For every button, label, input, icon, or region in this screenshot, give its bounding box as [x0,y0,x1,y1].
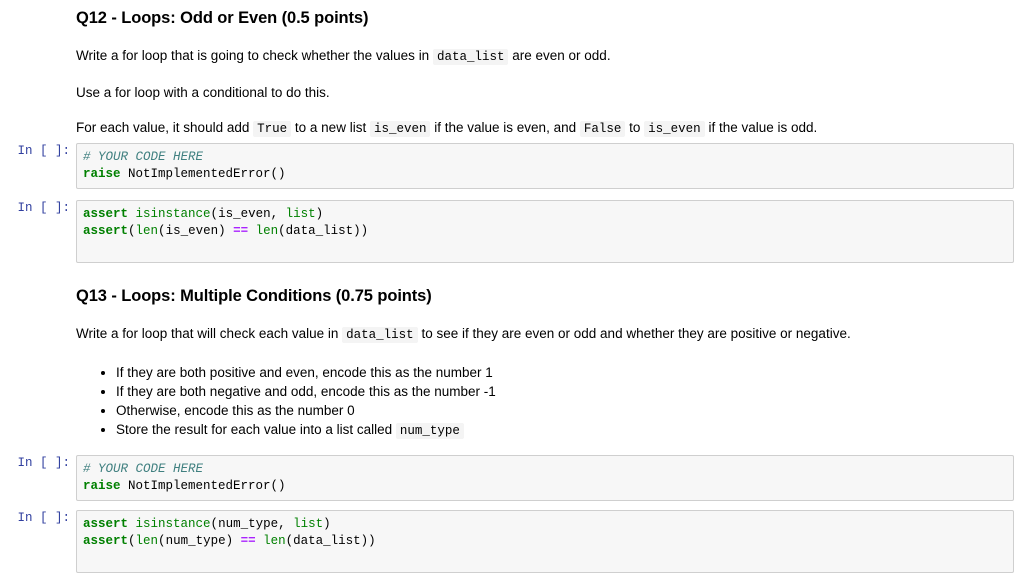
code-paren-close-1: ) [323,517,331,531]
code-exception-call: NotImplementedError() [120,167,286,181]
q13-requirements-list: If they are both positive and even, enco… [76,363,1010,441]
code-paren-close-3: )) [353,224,369,238]
page-title: Q12 - Loops: Odd or Even (0.5 points) [76,9,369,27]
code-keyword-assert-1: assert [83,517,129,531]
q13-paragraph-1: Write a for loop that will check each va… [76,324,1010,345]
markdown-cell-q12[interactable]: Q12 - Loops: Odd or Even (0.5 points) Wr… [0,8,1024,139]
code-space-1 [128,517,136,531]
prompt-blank [0,8,76,25]
code-builtin-len-1: len [135,534,159,548]
inline-code-false: False [579,121,626,137]
q12-paragraph-1: Write a for loop that is going to check … [76,46,1010,67]
list-item: Otherwise, encode this as the number 0 [116,401,1010,420]
inline-code-is-even-2: is_even [644,121,705,137]
q12-p3-seg-2: to a new list [294,120,367,135]
code-var-data-list: data_list [293,534,361,548]
q12-paragraph-3: For each value, it should add True to a … [76,118,1010,139]
code-paren-open-2: ( [128,224,136,238]
code-paren-open-1: ( [210,207,219,221]
code-builtin-len-2: len [263,534,286,548]
code-builtin-list: list [293,517,324,531]
markdown-body-q13: Q13 - Loops: Multiple Conditions (0.75 p… [76,286,1024,441]
code-paren-close-1: ) [315,207,324,221]
q12-p1-text-after: are even or odd. [512,48,611,63]
code-builtin-isinstance: isinstance [135,517,211,531]
list-item: If they are both positive and even, enco… [116,363,1010,382]
q13-p1-text-after: to see if they are even or odd and wheth… [421,326,851,341]
list-item: Store the result for each value into a l… [116,420,1010,441]
code-paren-open-3: ( [158,534,166,548]
code-paren-close-2: ) [218,224,226,238]
code-source-q12-test: assert isinstance(is_even, list) assert(… [83,206,1009,240]
inline-code-data-list-2: data_list [342,327,418,343]
code-source-q13-answer: # YOUR CODE HERE raise NotImplementedErr… [83,461,1009,495]
section-title-q13: Q13 - Loops: Multiple Conditions (0.75 p… [76,287,432,305]
q12-p3-seg-4: to [629,120,641,135]
notebook-container: Q12 - Loops: Odd or Even (0.5 points) Wr… [0,0,1024,580]
inline-code-is-even-1: is_even [369,121,431,137]
code-var-is-even-1: is_even [218,207,271,221]
code-editor-q13-test[interactable]: assert isinstance(num_type, list) assert… [76,510,1014,573]
code-source-q13-test: assert isinstance(num_type, list) assert… [83,516,1009,550]
markdown-body-q12: Q12 - Loops: Odd or Even (0.5 points) Wr… [76,8,1024,139]
code-source-q12-answer: # YOUR CODE HERE raise NotImplementedErr… [83,149,1009,183]
code-keyword-assert-1: assert [83,207,129,221]
q12-p3-seg-1: For each value, it should add [76,120,250,135]
prompt-blank-2 [0,286,76,303]
cell-prompt-q13-test[interactable]: In [ ]: [0,510,76,527]
code-comment: # YOUR CODE HERE [83,150,204,164]
code-comma-1: , [270,207,286,221]
q12-paragraph-2: Use a for loop with a conditional to do … [76,85,330,100]
inline-code-true: True [253,121,292,137]
code-builtin-len-1: len [135,224,159,238]
code-paren-open-3: ( [158,224,166,238]
q12-p3-seg-3: if the value is even, and [434,120,577,135]
code-builtin-list: list [285,207,316,221]
code-keyword-raise: raise [83,167,121,181]
code-comma-1: , [278,517,294,531]
q12-p3-seg-5: if the value is odd. [708,120,818,135]
code-operator-equals: == [225,224,256,238]
code-builtin-len-2: len [255,224,279,238]
cell-prompt-q13-answer[interactable]: In [ ]: [0,455,76,472]
code-comment: # YOUR CODE HERE [83,462,204,476]
code-cell-q12-test[interactable]: In [ ]: assert isinstance(is_even, list)… [0,200,1024,263]
code-var-num-type-1: num_type [218,517,279,531]
cell-prompt-q12-answer[interactable]: In [ ]: [0,143,76,160]
code-var-data-list: data_list [285,224,354,238]
code-paren-close-3: )) [360,534,376,548]
code-builtin-isinstance: isinstance [135,207,211,221]
code-var-num-type-2: num_type [165,534,226,548]
code-paren-open-4: ( [278,224,286,238]
q13-p1-text-before: Write a for loop that will check each va… [76,326,339,341]
code-keyword-assert-2: assert [83,224,129,238]
code-exception-call: NotImplementedError() [120,479,286,493]
code-keyword-assert-2: assert [83,534,129,548]
q13-bullet-4-text: Store the result for each value into a l… [116,422,393,437]
code-paren-open-4: ( [285,534,294,548]
code-cell-q13-answer[interactable]: In [ ]: # YOUR CODE HERE raise NotImplem… [0,455,1024,501]
q12-p1-text-before: Write a for loop that is going to check … [76,48,430,63]
markdown-cell-q13[interactable]: Q13 - Loops: Multiple Conditions (0.75 p… [0,286,1024,441]
cell-prompt-q12-test[interactable]: In [ ]: [0,200,76,217]
code-cell-q12-answer[interactable]: In [ ]: # YOUR CODE HERE raise NotImplem… [0,143,1024,189]
code-paren-open-1: ( [210,517,219,531]
inline-code-data-list: data_list [432,49,509,65]
code-paren-open-2: ( [128,534,136,548]
code-cell-q13-test[interactable]: In [ ]: assert isinstance(num_type, list… [0,510,1024,573]
code-var-is-even-2: is_even [165,224,219,238]
code-paren-close-2: ) [225,534,234,548]
code-editor-q13-answer[interactable]: # YOUR CODE HERE raise NotImplementedErr… [76,455,1014,501]
code-space-1 [128,207,136,221]
list-item: If they are both negative and odd, encod… [116,382,1010,401]
inline-code-num-type: num_type [395,423,464,439]
code-editor-q12-test[interactable]: assert isinstance(is_even, list) assert(… [76,200,1014,263]
code-editor-q12-answer[interactable]: # YOUR CODE HERE raise NotImplementedErr… [76,143,1014,189]
code-keyword-raise: raise [83,479,121,493]
code-operator-equals: == [233,534,264,548]
